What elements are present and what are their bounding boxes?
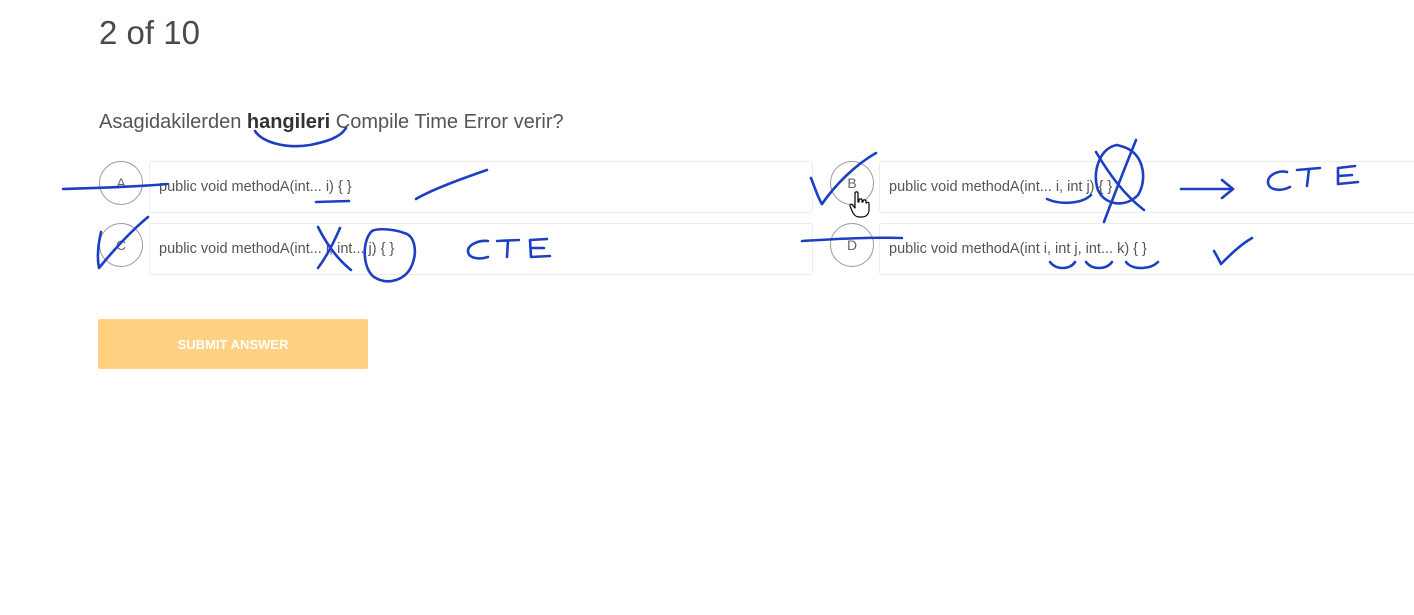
option-c-answer[interactable]: public void methodA(int... i, int... j) … [149,223,813,275]
handwriting-overlay [61,126,1360,283]
option-a-radio[interactable]: A [99,161,143,205]
question-text-emphasis: hangileri [246,111,331,133]
option-c-radio[interactable]: C [99,223,143,267]
submit-answer-button[interactable]: SUBMIT ANSWER [98,319,368,369]
option-b-answer[interactable]: public void methodA(int... i, int j) { } [879,161,1414,213]
question-text-end: Compile Time Error verir? [330,111,564,133]
question-text: Asagidakilerden hangileri Compile Time E… [99,111,564,134]
question-text-start: Asagidakilerden [99,111,247,133]
option-d-answer[interactable]: public void methodA(int i, int j, int...… [879,223,1414,275]
option-a-answer[interactable]: public void methodA(int... i) { } [149,161,813,213]
question-counter: 2 of 10 [99,14,200,51]
option-d-radio[interactable]: D [830,223,874,267]
hand-cursor-icon [849,191,870,218]
